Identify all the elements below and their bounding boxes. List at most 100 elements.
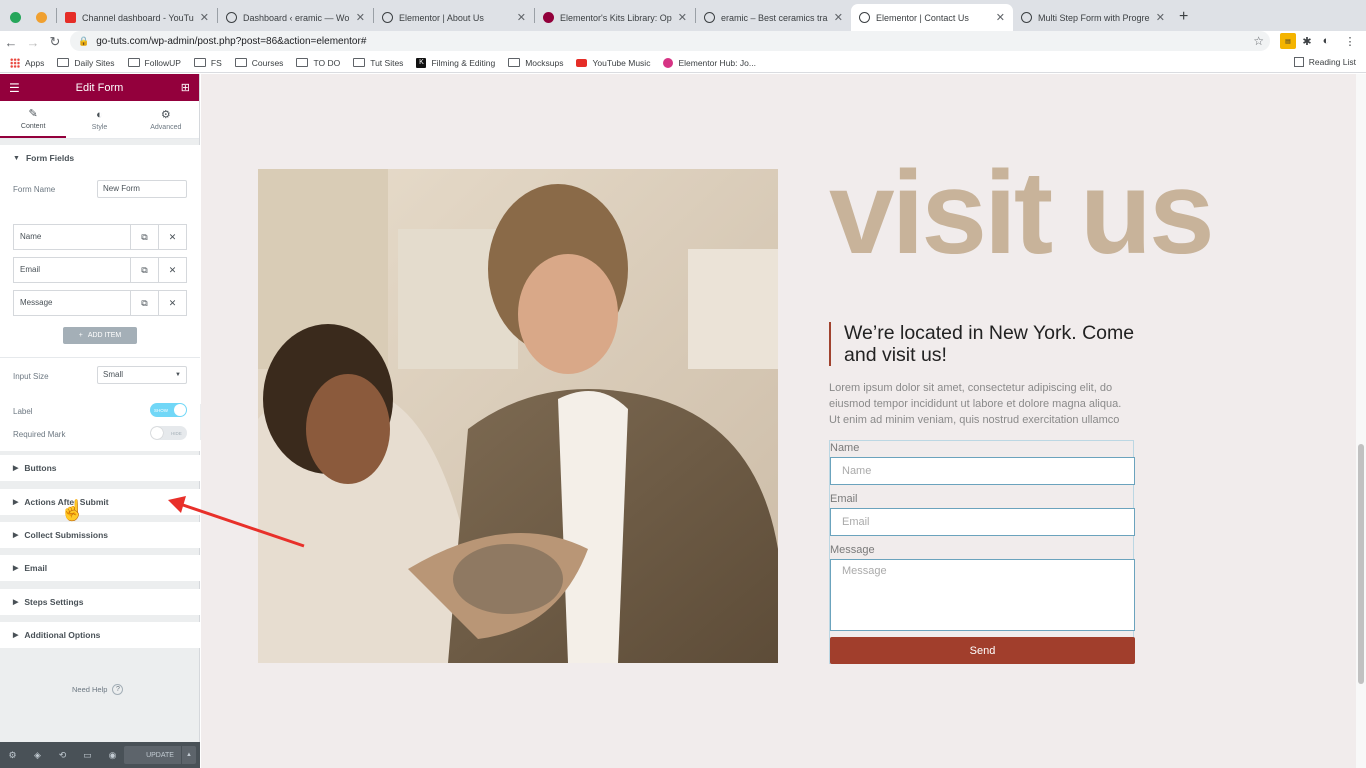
tab-style[interactable]: ◐ Style: [66, 101, 132, 138]
bookmark-folder[interactable]: Courses: [234, 58, 283, 68]
bookmark-youtube-music[interactable]: YouTube Music: [576, 58, 650, 68]
widgets-grid-icon[interactable]: ⊞: [181, 81, 190, 94]
apps-grid-icon: [10, 57, 20, 68]
bookmark-folder[interactable]: TO DO: [296, 58, 340, 68]
repeater-item[interactable]: Email ⧉ ✕: [13, 257, 187, 283]
repeater-item[interactable]: Name ⧉ ✕: [13, 224, 187, 250]
input-size-select[interactable]: Small ▼: [97, 366, 187, 384]
back-arrow-icon[interactable]: ←: [0, 35, 22, 50]
folder-icon: [127, 58, 140, 67]
close-icon[interactable]: ✕: [1156, 11, 1165, 24]
tab-title: Dashboard ‹ eramic — WordPress: [243, 12, 350, 23]
update-button[interactable]: UPDATE ▲: [124, 746, 196, 764]
duplicate-icon[interactable]: ⧉: [130, 291, 158, 315]
contact-form: Name Name Email Email Message Message Se…: [829, 440, 1135, 664]
tab-multi-step[interactable]: Multi Step Form with Progress ✕: [1013, 4, 1173, 31]
scrollbar-thumb[interactable]: [1358, 444, 1364, 684]
duplicate-icon[interactable]: ⧉: [130, 225, 158, 249]
section-collect-submissions[interactable]: ▶ Collect Submissions: [0, 522, 200, 548]
settings-gear-icon[interactable]: ⚙: [0, 750, 25, 761]
history-icon[interactable]: ⟲: [50, 750, 75, 761]
close-icon[interactable]: ✕: [158, 258, 186, 282]
extension-icon[interactable]: ▤: [1280, 33, 1296, 49]
bookmark-filming[interactable]: K Filming & Editing: [416, 57, 495, 68]
gear-icon: ⚙: [160, 109, 171, 121]
url-text[interactable]: go-tuts.com/wp-admin/post.php?post=86&ac…: [96, 36, 366, 47]
close-icon[interactable]: ✕: [158, 291, 186, 315]
tab-eramic[interactable]: eramic – Best ceramics training ✕: [696, 4, 851, 31]
close-icon[interactable]: ✕: [356, 11, 365, 24]
navigator-layers-icon[interactable]: ◈: [25, 750, 50, 761]
tab-pinned-1[interactable]: [0, 4, 28, 31]
form-fields-heading[interactable]: ▼ Form Fields: [0, 145, 200, 171]
panel-footer: ⚙ ◈ ⟲ ▭ ◉ UPDATE ▲: [0, 742, 200, 768]
message-textarea[interactable]: Message: [830, 559, 1135, 631]
reading-list-icon: [1293, 57, 1304, 67]
repeater-item[interactable]: Message ⧉ ✕: [13, 290, 187, 316]
send-button[interactable]: Send: [830, 637, 1135, 664]
duplicate-icon[interactable]: ⧉: [130, 258, 158, 282]
elementor-icon: [543, 12, 554, 23]
contrast-icon: ◐: [96, 108, 103, 121]
reload-icon[interactable]: ↻: [44, 34, 66, 50]
email-input[interactable]: Email: [830, 508, 1135, 536]
section-buttons[interactable]: ▶ Buttons: [0, 455, 200, 481]
close-icon[interactable]: ✕: [678, 11, 687, 24]
page-scrollbar[interactable]: [1356, 74, 1366, 768]
close-icon[interactable]: ✕: [834, 11, 843, 24]
message-field-label: Message: [830, 544, 875, 556]
bookmark-folder[interactable]: FS: [193, 58, 222, 68]
section-additional-options[interactable]: ▶ Additional Options: [0, 622, 200, 648]
ceramics-photo: [258, 169, 778, 663]
globe-icon: [704, 12, 715, 23]
need-help-link[interactable]: Need Help?: [72, 684, 124, 695]
browser-tab-strip: Channel dashboard - YouTube ✕ Dashboard ‹…: [0, 0, 1366, 31]
chevron-down-icon: ▼: [175, 372, 181, 378]
bookmark-star-icon[interactable]: ☆: [1253, 34, 1264, 48]
tab-title: Elementor | About Us: [399, 12, 484, 23]
preview-eye-icon[interactable]: ◉: [100, 750, 125, 761]
required-mark-toggle[interactable]: HIDE: [150, 426, 187, 440]
bookmark-folder[interactable]: FollowUP: [127, 58, 181, 68]
close-icon[interactable]: ✕: [200, 11, 209, 24]
section-email[interactable]: ▶ Email: [0, 555, 200, 581]
bookmark-folder[interactable]: Mocksups: [508, 58, 563, 68]
bookmark-apps[interactable]: Apps: [10, 57, 44, 68]
forward-arrow-icon[interactable]: →: [22, 35, 44, 50]
tab-kits-library[interactable]: Elementor's Kits Library: Optimized ✕: [535, 4, 695, 31]
new-tab-plus-icon[interactable]: +: [1179, 8, 1188, 26]
puzzle-extensions-icon[interactable]: ✱: [1299, 33, 1315, 49]
tab-content[interactable]: ✎ Content: [0, 101, 67, 138]
close-icon[interactable]: ✕: [158, 225, 186, 249]
tab-advanced[interactable]: ⚙ Advanced: [133, 101, 199, 138]
tab-contact-us[interactable]: Elementor | Contact Us ✕: [851, 4, 1013, 31]
tab-wp-dashboard[interactable]: Dashboard ‹ eramic — WordPress ✕: [218, 4, 373, 31]
section-actions-after-submit[interactable]: ▶ Actions After Submit: [0, 489, 200, 515]
k-logo-icon: K: [416, 57, 427, 68]
chevron-up-icon[interactable]: ▲: [186, 752, 192, 758]
close-icon[interactable]: ✕: [517, 11, 526, 24]
name-input[interactable]: Name: [830, 457, 1135, 485]
more-vertical-icon[interactable]: ⋮: [1342, 33, 1358, 49]
close-icon[interactable]: ✕: [996, 11, 1005, 24]
caret-right-icon: ▶: [13, 565, 19, 572]
section-steps-settings[interactable]: ▶ Steps Settings: [0, 589, 200, 615]
bookmark-elementor-hub[interactable]: Elementor Hub: Jo...: [663, 57, 756, 68]
tab-youtube[interactable]: Channel dashboard - YouTube ✕: [57, 4, 217, 31]
tab-title: Elementor's Kits Library: Optimized: [560, 12, 672, 23]
tab-about-us[interactable]: Elementor | About Us ✕: [374, 4, 534, 31]
page-subheading: We’re located in New York. Come and visi…: [829, 322, 1139, 366]
responsive-mode-icon[interactable]: ▭: [75, 750, 100, 761]
form-name-input[interactable]: New Form: [97, 180, 187, 198]
address-bar[interactable]: 🔒 go-tuts.com/wp-admin/post.php?post=86&…: [70, 31, 1270, 51]
bookmark-folder[interactable]: Daily Sites: [57, 58, 115, 68]
bookmark-folder[interactable]: Tut Sites: [353, 58, 403, 68]
label-toggle[interactable]: SHOW: [150, 403, 187, 417]
reading-list[interactable]: Reading List: [1293, 57, 1356, 67]
globe-icon: [226, 12, 237, 23]
extension-icon[interactable]: ◐: [1318, 33, 1334, 49]
hamburger-menu-icon[interactable]: ☰: [9, 81, 20, 95]
tab-pinned-2[interactable]: [28, 4, 56, 31]
add-item-button[interactable]: + ADD ITEM: [63, 327, 137, 344]
lock-icon: 🔒: [78, 35, 90, 46]
